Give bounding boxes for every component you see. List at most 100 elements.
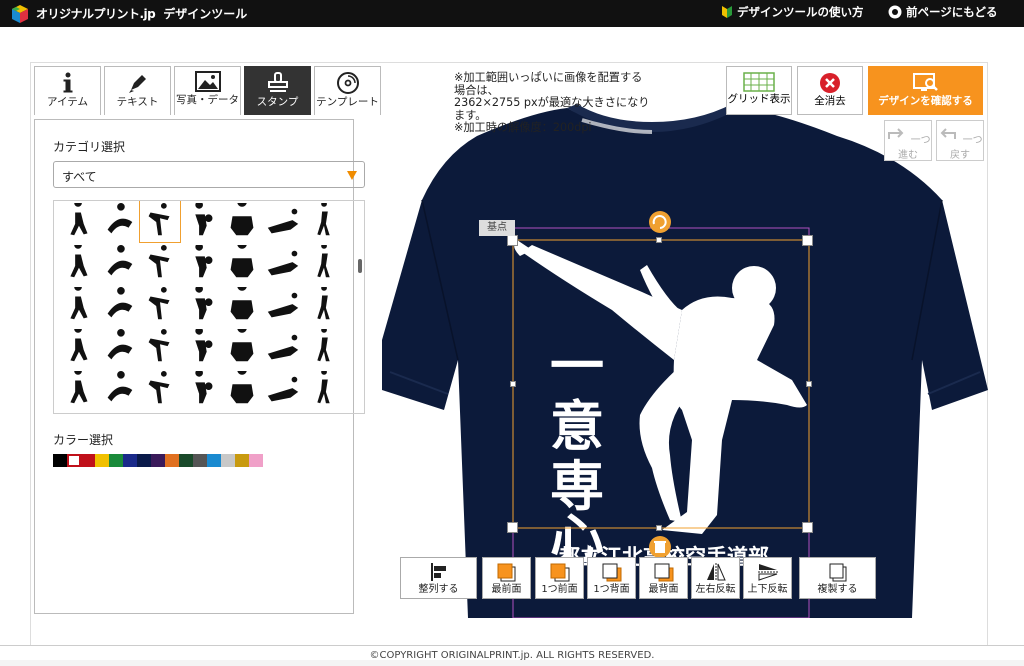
stamp-thumbnail[interactable]	[140, 243, 180, 284]
stamp-thumbnail[interactable]	[181, 411, 221, 413]
color-swatch[interactable]	[151, 454, 165, 467]
stamp-thumbnail[interactable]	[58, 243, 98, 284]
resize-handle-top-right[interactable]	[802, 235, 813, 246]
clear-all-button[interactable]: 全消去	[797, 66, 863, 115]
resize-handle-left[interactable]	[510, 381, 516, 387]
flip-vertical-button[interactable]: 上下反転	[743, 557, 792, 599]
sport-silhouette-icon	[119, 412, 123, 413]
duplicate-button[interactable]: 複製する	[799, 557, 876, 599]
grid-toggle-button[interactable]: グリッド表示	[726, 66, 792, 115]
color-swatch[interactable]	[207, 454, 221, 467]
stamp-thumbnail[interactable]	[304, 201, 344, 242]
tab-text[interactable]: テキスト	[104, 66, 171, 115]
stamp-scrollbar[interactable]	[356, 203, 363, 413]
stamp-thumbnail[interactable]	[181, 243, 221, 284]
category-select-value: すべて	[62, 170, 97, 184]
bring-forward-icon	[550, 563, 569, 582]
print-text-vertical: 一 意 専 心	[550, 334, 604, 571]
color-swatch[interactable]	[53, 454, 67, 467]
send-backward-button[interactable]: 1つ背面	[587, 557, 636, 599]
stamp-thumbnail[interactable]	[304, 327, 344, 368]
stamp-thumbnail[interactable]	[222, 369, 262, 410]
stamp-thumbnail[interactable]	[263, 411, 303, 415]
color-swatch[interactable]	[67, 454, 81, 467]
stamp-thumbnail[interactable]	[58, 411, 98, 413]
resize-handle-bottom-right[interactable]	[802, 522, 813, 533]
stamp-thumbnail[interactable]	[304, 411, 344, 413]
tab-stamp[interactable]: スタンプ	[244, 66, 311, 115]
color-swatch[interactable]	[221, 454, 235, 467]
color-swatch[interactable]	[179, 454, 193, 467]
color-swatch[interactable]	[81, 454, 95, 467]
stamp-thumbnail[interactable]	[181, 285, 221, 326]
stamp-thumbnail[interactable]	[99, 285, 139, 326]
stamp-thumbnail[interactable]	[181, 201, 221, 242]
stamp-list[interactable]	[53, 200, 365, 414]
stamp-thumbnail[interactable]	[263, 369, 303, 410]
stamp-thumbnail[interactable]	[140, 369, 180, 410]
color-swatch[interactable]	[193, 454, 207, 467]
stamp-thumbnail[interactable]	[263, 327, 303, 368]
stamp-thumbnail[interactable]	[140, 285, 180, 326]
rotate-handle-icon[interactable]	[649, 211, 671, 233]
scroll-thumb[interactable]	[358, 259, 362, 273]
resize-handle-right[interactable]	[806, 381, 812, 387]
confirm-design-button[interactable]: デザインを確認する	[868, 66, 983, 115]
flip-horizontal-button[interactable]: 左右反転	[691, 557, 740, 599]
stamp-thumbnail[interactable]	[263, 285, 303, 326]
stamp-thumbnail[interactable]	[304, 243, 344, 284]
back-link[interactable]: 前ページにもどる	[888, 4, 998, 20]
stamp-thumbnail[interactable]	[181, 369, 221, 410]
stamp-thumbnail[interactable]	[263, 243, 303, 284]
stamp-thumbnail[interactable]	[222, 327, 262, 368]
send-back-button[interactable]: 最背面	[639, 557, 688, 599]
stamp-thumbnail[interactable]	[99, 327, 139, 368]
bring-forward-button[interactable]: 1つ前面	[535, 557, 584, 599]
stamp-thumbnail[interactable]	[139, 201, 181, 243]
stamp-thumbnail[interactable]	[99, 243, 139, 284]
stamp-thumbnail[interactable]	[140, 327, 180, 368]
color-swatch[interactable]	[109, 454, 123, 467]
color-swatch[interactable]	[249, 454, 263, 467]
stamp-thumbnail[interactable]	[222, 243, 262, 284]
color-swatch[interactable]	[137, 454, 151, 467]
stamp-thumbnail[interactable]	[222, 201, 262, 242]
stamp-thumbnail[interactable]	[263, 201, 303, 242]
stamp-thumbnail[interactable]	[58, 369, 98, 410]
stamp-thumbnail[interactable]	[222, 285, 262, 326]
resize-handle-top[interactable]	[656, 237, 662, 243]
align-button[interactable]: 整列する	[400, 557, 477, 599]
stamp-thumbnail[interactable]	[181, 327, 221, 368]
color-swatch[interactable]	[123, 454, 137, 467]
color-swatch[interactable]	[95, 454, 109, 467]
stamp-thumbnail[interactable]	[99, 201, 139, 242]
stamp-thumbnail[interactable]	[58, 201, 98, 242]
bring-front-button[interactable]: 最前面	[482, 557, 531, 599]
sport-silhouette-icon	[264, 413, 302, 415]
logo[interactable]: オリジナルプリント.jp デザインツール	[10, 3, 247, 24]
how-to-link[interactable]: デザインツールの使い方	[720, 4, 864, 20]
undo-button[interactable]: 一つ戻す	[936, 120, 984, 161]
resize-handle-bottom[interactable]	[656, 525, 662, 531]
tab-photo[interactable]: 写真・データ	[174, 66, 241, 115]
send-backward-label: 1つ背面	[593, 584, 630, 595]
stamp-thumbnail[interactable]	[99, 369, 139, 410]
redo-button[interactable]: 一つ進む	[884, 120, 932, 161]
resize-handle-bottom-left[interactable]	[507, 522, 518, 533]
monitor-search-icon	[912, 73, 938, 91]
clear-all-label: 全消去	[814, 95, 846, 107]
stamp-thumbnail[interactable]	[304, 369, 344, 410]
resize-handle-top-left[interactable]	[507, 235, 518, 246]
color-swatch[interactable]	[235, 454, 249, 467]
note-line: ※加工範囲いっぱいに画像を配置する	[454, 71, 643, 84]
stamp-thumbnail[interactable]	[304, 285, 344, 326]
tab-template[interactable]: テンプレート	[314, 66, 381, 115]
stamp-thumbnail[interactable]	[140, 411, 180, 413]
tab-item[interactable]: アイテム	[34, 66, 101, 115]
stamp-thumbnail[interactable]	[58, 285, 98, 326]
color-swatch[interactable]	[165, 454, 179, 467]
category-select[interactable]: すべて	[53, 161, 365, 188]
stamp-thumbnail[interactable]	[222, 411, 262, 413]
stamp-thumbnail[interactable]	[58, 327, 98, 368]
stamp-thumbnail[interactable]	[99, 411, 139, 413]
